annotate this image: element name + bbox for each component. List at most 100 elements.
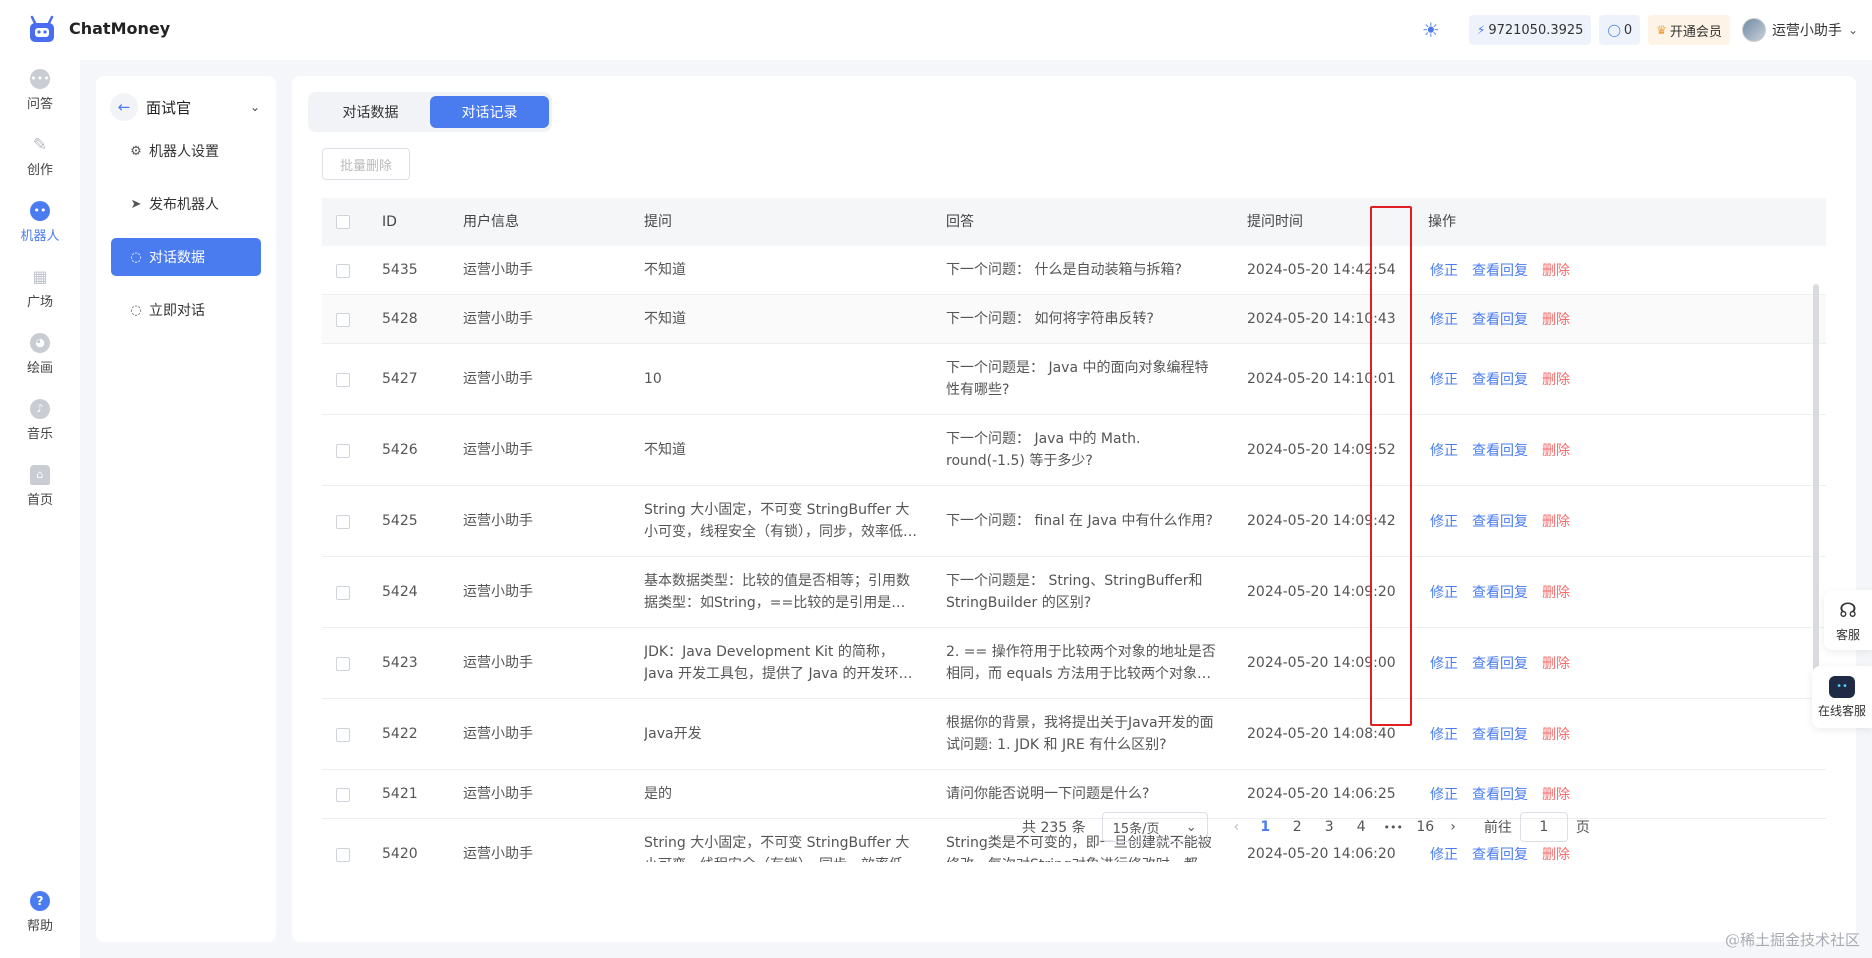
sub-item-publish-robot[interactable]: ➤ 发布机器人 — [111, 185, 261, 223]
row-checkbox[interactable] — [336, 263, 350, 278]
nav-label: 首页 — [26, 492, 53, 508]
page-ellipsis[interactable]: ••• — [1383, 821, 1403, 834]
nav-item-robot[interactable]: •• 机器人 — [0, 192, 80, 252]
vip-label: 开通会员 — [1669, 24, 1722, 40]
row-checkbox[interactable] — [336, 372, 350, 387]
cell-time: 2024-05-20 14:08:40 — [1247, 726, 1396, 742]
delete-button[interactable]: 删除 — [1542, 784, 1570, 804]
fix-button[interactable]: 修正 — [1430, 440, 1458, 460]
nav-item-qa[interactable]: ••• 问答 — [0, 60, 80, 120]
cell-question: 是的 — [644, 786, 672, 802]
nav-item-create[interactable]: ✎ 创作 — [0, 126, 80, 186]
nav-item-square[interactable]: ▦ 广场 — [0, 258, 80, 318]
fix-button[interactable]: 修正 — [1430, 582, 1458, 602]
page-16[interactable]: 16 — [1415, 819, 1435, 835]
page-3[interactable]: 3 — [1319, 819, 1339, 835]
view-reply-button[interactable]: 查看回复 — [1472, 369, 1528, 389]
table-scrollbar[interactable] — [1813, 284, 1819, 724]
fix-button[interactable]: 修正 — [1430, 369, 1458, 389]
delete-button[interactable]: 删除 — [1542, 653, 1570, 673]
view-reply-button[interactable]: 查看回复 — [1472, 440, 1528, 460]
delete-button[interactable]: 删除 — [1542, 844, 1570, 862]
view-reply-button[interactable]: 查看回复 — [1472, 784, 1528, 804]
sub-item-robot-settings[interactable]: ⚙ 机器人设置 — [111, 132, 261, 170]
cell-id: 5424 — [382, 584, 418, 600]
crown-icon: ♛ — [1656, 23, 1667, 37]
col-question: 提问 — [644, 214, 672, 230]
sub-item-label: 对话数据 — [149, 250, 205, 266]
cell-id: 5420 — [382, 846, 418, 862]
nav-item-paint[interactable]: ◕ 绘画 — [0, 324, 80, 384]
online-service-button[interactable]: •• 在线客服 — [1812, 666, 1872, 728]
cell-user: 运营小助手 — [463, 513, 533, 529]
batch-delete-button[interactable]: 批量删除 — [322, 148, 410, 180]
robot-sub-nav: ← 面试官 ⌄ ⚙ 机器人设置 ➤ 发布机器人 ◌ 对话数据 ◌ 立即对话 — [96, 76, 276, 942]
fix-button[interactable]: 修正 — [1430, 784, 1458, 804]
table-header: ID 用户信息 提问 回答 提问时间 操作 — [322, 198, 1826, 246]
cell-time: 2024-05-20 14:09:00 — [1247, 655, 1396, 671]
next-page-icon[interactable]: › — [1450, 819, 1456, 835]
select-all-checkbox[interactable] — [336, 215, 350, 229]
row-checkbox[interactable] — [336, 585, 350, 600]
balance-badge[interactable]: ⚡ 9721050.3925 — [1468, 15, 1592, 45]
delete-button[interactable]: 删除 — [1542, 369, 1570, 389]
fix-button[interactable]: 修正 — [1430, 309, 1458, 329]
fix-button[interactable]: 修正 — [1430, 511, 1458, 531]
chat-icon: ◌ — [130, 302, 142, 318]
goto-page-input[interactable]: 1 — [1519, 812, 1568, 842]
delete-button[interactable]: 删除 — [1542, 440, 1570, 460]
nav-item-help[interactable]: ? 帮助 — [0, 882, 80, 942]
delete-button[interactable]: 删除 — [1542, 309, 1570, 329]
cell-question: String 大小固定，不可变 StringBuffer 大小可变，线程安全（有… — [644, 835, 917, 862]
cell-user: 运营小助手 — [463, 655, 533, 671]
tab-chat-data[interactable]: 对话数据 — [311, 96, 430, 128]
row-checkbox[interactable] — [336, 443, 350, 458]
fix-button[interactable]: 修正 — [1430, 260, 1458, 280]
help-icon: ? — [30, 890, 50, 911]
delete-button[interactable]: 删除 — [1542, 260, 1570, 280]
prev-page-icon[interactable]: ‹ — [1234, 819, 1240, 835]
fix-button[interactable]: 修正 — [1430, 653, 1458, 673]
vip-button[interactable]: ♛ 开通会员 — [1648, 15, 1730, 45]
row-checkbox[interactable] — [336, 787, 350, 802]
user-menu[interactable]: 运营小助手 ⌄ — [1741, 18, 1858, 42]
cell-answer: 请问你能否说明一下问题是什么? — [946, 786, 1150, 802]
nav-item-home[interactable]: ⌂ 首页 — [0, 456, 80, 516]
page-2[interactable]: 2 — [1287, 819, 1307, 835]
delete-button[interactable]: 删除 — [1542, 582, 1570, 602]
tab-chat-records[interactable]: 对话记录 — [430, 96, 549, 128]
row-checkbox[interactable] — [336, 656, 350, 671]
view-reply-button[interactable]: 查看回复 — [1472, 582, 1528, 602]
row-checkbox[interactable] — [336, 312, 350, 327]
view-reply-button[interactable]: 查看回复 — [1472, 724, 1528, 744]
chevron-down-icon: ⌄ — [1185, 819, 1197, 835]
table-row: 5422 运营小助手 Java开发 根据你的背景，我将提出关于Java开发的面试问题:… — [322, 699, 1826, 770]
sub-item-start-chat[interactable]: ◌ 立即对话 — [111, 291, 261, 329]
theme-toggle-sun-icon[interactable]: ☀ — [1419, 18, 1443, 42]
nav-item-music[interactable]: ♪ 音乐 — [0, 390, 80, 450]
customer-service-button[interactable]: ☊ 客服 — [1824, 590, 1872, 650]
view-reply-button[interactable]: 查看回复 — [1472, 511, 1528, 531]
view-reply-button[interactable]: 查看回复 — [1472, 260, 1528, 280]
page-4[interactable]: 4 — [1351, 819, 1371, 835]
row-checkbox[interactable] — [336, 514, 350, 529]
cell-question: 不知道 — [644, 442, 686, 458]
fix-button[interactable]: 修正 — [1430, 844, 1458, 862]
delete-button[interactable]: 删除 — [1542, 724, 1570, 744]
fix-button[interactable]: 修正 — [1430, 724, 1458, 744]
page-1[interactable]: 1 — [1255, 819, 1275, 835]
row-checkbox[interactable] — [336, 727, 350, 742]
row-checkbox[interactable] — [336, 847, 350, 862]
cell-time: 2024-05-20 14:09:42 — [1247, 513, 1396, 529]
count-badge[interactable]: ◯ 0 — [1599, 15, 1641, 45]
page-size-select[interactable]: 15条/页 ⌄ — [1101, 812, 1208, 842]
robot-logo-icon[interactable] — [26, 15, 58, 45]
view-reply-button[interactable]: 查看回复 — [1472, 844, 1528, 862]
delete-button[interactable]: 删除 — [1542, 511, 1570, 531]
view-reply-button[interactable]: 查看回复 — [1472, 309, 1528, 329]
top-header: ChatMoney ☀ ⚡ 9721050.3925 ◯ 0 ♛ 开通会员 运营… — [0, 0, 1872, 60]
robot-selector[interactable]: ← 面试官 ⌄ — [110, 92, 262, 122]
back-arrow-icon[interactable]: ← — [110, 93, 138, 121]
view-reply-button[interactable]: 查看回复 — [1472, 653, 1528, 673]
sub-item-chat-data[interactable]: ◌ 对话数据 — [111, 238, 261, 276]
